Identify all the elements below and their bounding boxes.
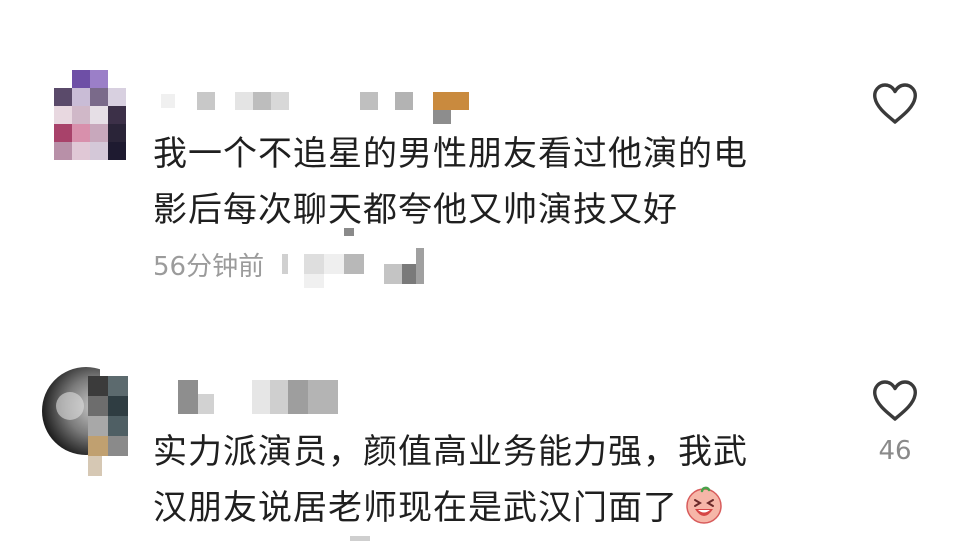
username[interactable]: [155, 90, 475, 124]
comment-text-line: 汉朋友说居老师现在是武汉门面了: [153, 480, 813, 542]
comment-text: 实力派演员，颜值高业务能力强，我武 汉朋友说居老师现在是武汉门面了: [153, 424, 813, 542]
like-count: 46: [878, 436, 912, 466]
comment-meta: 56分钟前: [153, 246, 264, 283]
heart-outline-icon: [873, 380, 917, 421]
comment-item[interactable]: 我一个不追星的男性朋友看过他演的电 影后每次聊天都夸他又帅演技又好 56分钟前: [0, 0, 960, 300]
comment-text-line: 实力派演员，颜值高业务能力强，我武: [153, 432, 748, 472]
comment-text: 我一个不追星的男性朋友看过他演的电 影后每次聊天都夸他又帅演技又好: [153, 126, 813, 238]
username[interactable]: [178, 380, 348, 414]
comment-time: 56分钟前: [153, 252, 265, 282]
like-button[interactable]: [869, 375, 921, 427]
laughing-face-emoji-icon: [684, 485, 724, 542]
heart-outline-icon: [873, 83, 917, 124]
comment-item[interactable]: 实力派演员，颜值高业务能力强，我武 汉朋友说居老师现在是武汉门面了 46: [0, 300, 960, 541]
like-button[interactable]: [869, 78, 921, 130]
avatar[interactable]: [40, 366, 130, 476]
comment-text-line: 影后每次聊天都夸他又帅演技又好: [153, 190, 678, 230]
comment-text-line: 我一个不追星的男性朋友看过他演的电: [153, 134, 748, 174]
avatar[interactable]: [40, 70, 126, 162]
